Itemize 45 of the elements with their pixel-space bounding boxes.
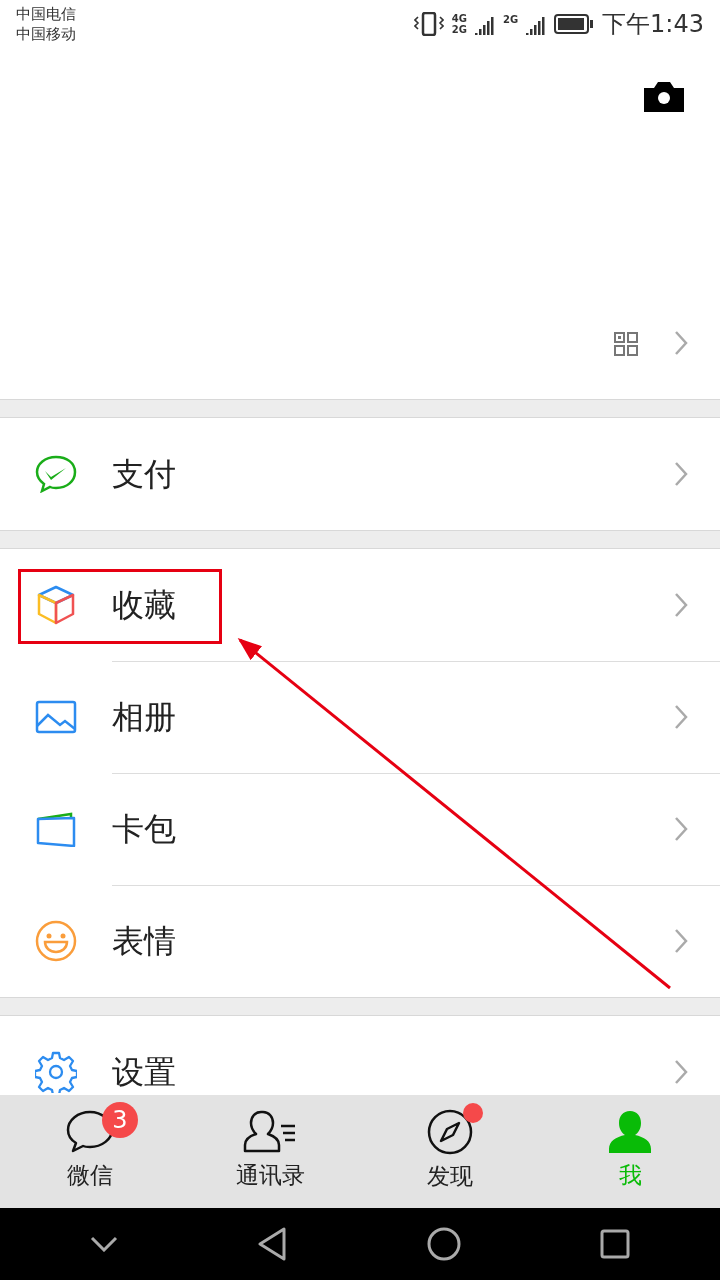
home-icon[interactable] — [426, 1227, 461, 1261]
tab-button[interactable]: 发现 — [360, 1095, 540, 1208]
menu-item[interactable]: 设置 — [0, 1016, 720, 1095]
wallet-icon — [35, 811, 77, 847]
compass-icon — [427, 1109, 473, 1156]
network-label: 2G — [451, 24, 467, 35]
settings-icon — [35, 1051, 77, 1093]
chevron-icon — [674, 461, 688, 487]
carrier-name: 中国移动 — [16, 24, 76, 44]
menu-label: 收藏 — [112, 585, 177, 626]
menu-label: 相册 — [112, 697, 177, 738]
unread-badge: 3 — [102, 1102, 138, 1139]
recents-icon[interactable] — [600, 1229, 631, 1259]
qr-code-icon[interactable] — [614, 332, 638, 356]
chevron-icon — [674, 704, 688, 730]
smiley-icon — [35, 920, 77, 962]
menu-label: 卡包 — [112, 809, 177, 850]
clock-time: 下午1:43 — [602, 9, 704, 40]
menu-item[interactable]: 卡包 — [0, 773, 720, 885]
network-label: 4G — [451, 13, 467, 24]
chevron-icon — [674, 928, 688, 954]
tab-button[interactable]: 通讯录 — [180, 1095, 360, 1208]
menu-label: 表情 — [112, 921, 177, 962]
chat-check-icon — [35, 455, 77, 493]
chevron-icon — [674, 1059, 688, 1085]
back-icon[interactable] — [257, 1227, 288, 1261]
person-icon — [607, 1110, 653, 1155]
chevron-icon — [674, 592, 688, 618]
camera-icon[interactable] — [644, 80, 684, 112]
menu-label: 支付 — [112, 454, 177, 495]
chevron-icon — [674, 816, 688, 842]
menu-item[interactable]: 支付 — [0, 418, 720, 530]
cube-icon — [37, 585, 75, 625]
menu-item[interactable]: 相册 — [0, 661, 720, 773]
menu-item[interactable]: 收藏 — [0, 549, 720, 661]
vibrate-icon — [413, 12, 444, 36]
tab-button[interactable]: 3 微信 — [0, 1095, 180, 1208]
menu-item[interactable]: 表情 — [0, 885, 720, 997]
contacts-icon — [243, 1110, 297, 1155]
carrier-name: 中国电信 — [16, 4, 76, 24]
collapse-icon[interactable] — [89, 1236, 118, 1252]
image-icon — [35, 700, 77, 734]
network-label: 2G — [502, 14, 519, 25]
menu-label: 设置 — [112, 1052, 177, 1093]
battery-icon — [554, 14, 595, 34]
